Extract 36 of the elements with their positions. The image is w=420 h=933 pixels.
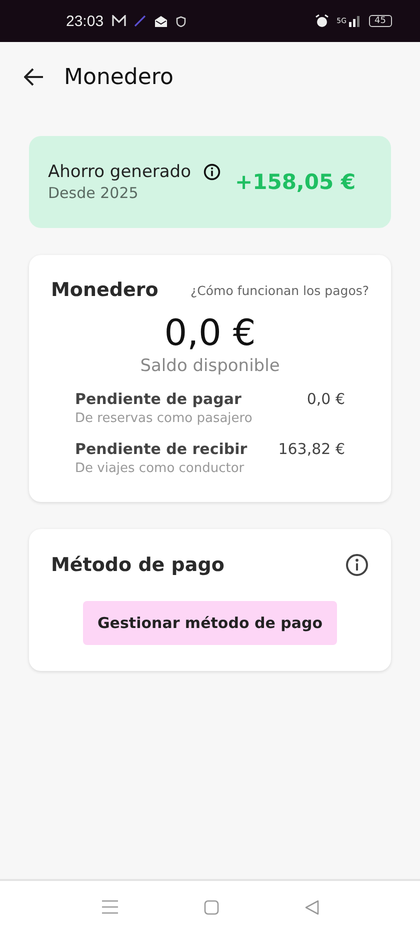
info-button[interactable] [345,553,369,577]
payment-title: Método de pago [51,554,224,576]
page-title: Monedero [64,64,174,90]
shield-icon [176,16,186,26]
info-icon [203,163,221,181]
triangle-icon [304,900,318,914]
battery-indicator: 45 [368,15,392,27]
help-link[interactable]: ¿Cómo funcionan los pagos? [190,282,369,298]
balance-label: Saldo disponible [140,356,280,376]
savings-amount: +158,05 € [235,170,356,194]
pending-amount: 0,0 € [306,390,345,410]
slash-icon [134,15,146,27]
balance-amount: 0,0 € [164,313,256,354]
pending-amount: 163,82 € [278,440,345,460]
pending-label: Pendiente de recibir [75,440,248,458]
alarm-icon [314,14,329,28]
envelope-icon [154,14,168,28]
menu-icon [102,900,118,914]
info-button[interactable] [203,163,221,181]
pending-detail: De reservas como pasajero [75,411,252,426]
menu-button[interactable] [100,898,120,916]
manage-payment-button[interactable]: Gestionar método de pago [83,601,337,645]
mail-icon [112,15,126,27]
pending-label: Pendiente de pagar [75,390,242,408]
savings-period: Desde 2025 [48,184,140,202]
back-button[interactable] [22,66,46,88]
signal-icon [348,15,361,27]
info-icon [345,553,369,577]
home-button[interactable] [202,898,220,916]
pending-detail: De viajes como conductor [75,461,246,476]
square-icon [204,900,218,914]
back-arrow-icon [24,68,44,86]
clock-time: 23:03 [66,12,104,30]
back-nav-button[interactable] [302,898,320,916]
wallet-title: Monedero [51,279,158,301]
savings-label: Ahorro generado [48,162,191,182]
